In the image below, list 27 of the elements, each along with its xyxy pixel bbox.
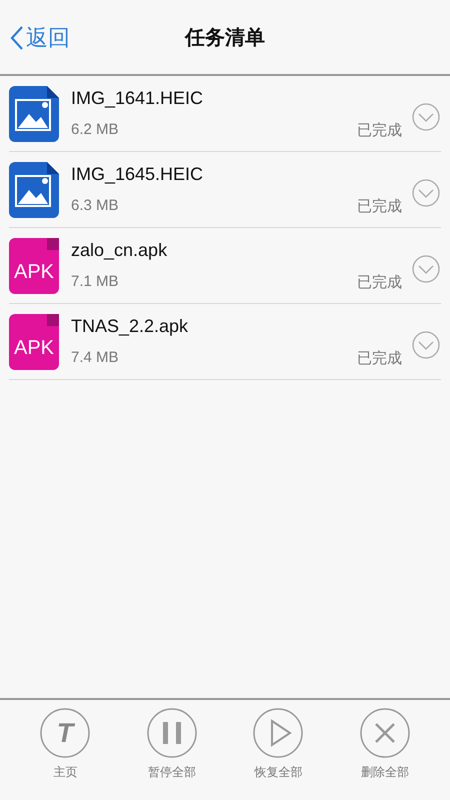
home-button[interactable]: T 主页 [25, 708, 106, 781]
status-label: 已完成 [357, 348, 402, 368]
file-name: TNAS_2.2.apk [71, 316, 190, 336]
delete-button[interactable]: 删除全部 [344, 708, 425, 781]
apk-file-icon: APK [9, 314, 59, 370]
status-label: 已完成 [357, 120, 402, 140]
file-size: 7.1 MB [71, 272, 119, 292]
file-size: 7.4 MB [71, 348, 119, 368]
page-title: 任务清单 [185, 26, 265, 50]
play-button[interactable]: 恢复全部 [238, 708, 318, 781]
chevron-down-icon[interactable] [412, 254, 440, 282]
file-name: zalo_cn.apk [71, 240, 168, 260]
image-file-icon [9, 86, 59, 142]
file-name: IMG_1641.HEIC [71, 88, 204, 108]
apk-file-icon: APK [9, 238, 59, 294]
chevron-down-icon[interactable] [412, 102, 440, 130]
status-label: 已完成 [357, 196, 402, 216]
pause-button[interactable]: 暂停全部 [132, 708, 212, 781]
chevron-down-icon[interactable] [412, 330, 440, 358]
image-file-icon [9, 162, 59, 218]
file-size: 6.3 MB [71, 196, 119, 216]
chevron-left-icon [10, 25, 24, 51]
file-name: IMG_1645.HEIC [71, 164, 204, 184]
file-size: 6.2 MB [71, 120, 119, 140]
status-label: 已完成 [357, 272, 402, 292]
chevron-down-icon[interactable] [412, 178, 440, 206]
back-button[interactable]: 返回 [10, 23, 70, 53]
